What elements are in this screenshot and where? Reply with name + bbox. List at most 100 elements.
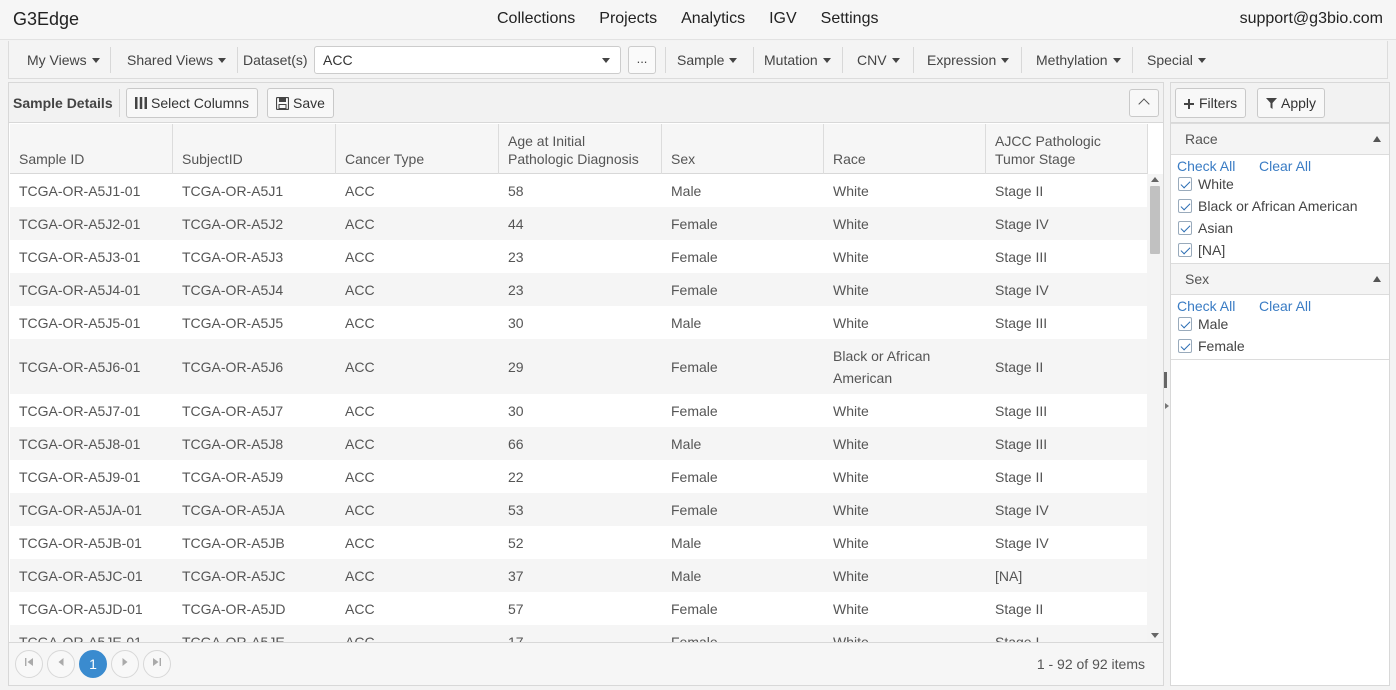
nav-analytics[interactable]: Analytics [681, 10, 745, 28]
race-option-label: [NA] [1198, 242, 1226, 258]
methylation-menu[interactable]: Methylation [1036, 41, 1121, 79]
header-col-subject-id[interactable]: SubjectID [173, 124, 336, 174]
race-option-white[interactable]: White [1178, 176, 1234, 192]
splitter-grip[interactable] [1164, 372, 1167, 388]
grid-body[interactable]: TCGA-OR-A5J1-01 TCGA-OR-A5J1 ACC 58 Male Whit… [10, 174, 1147, 642]
table-row[interactable]: TCGA-OR-A5JA-01 TCGA-OR-A5JA ACC 53 Female Wh… [10, 493, 1147, 526]
scroll-up-icon[interactable] [1151, 177, 1159, 182]
vertical-scrollbar[interactable] [1147, 174, 1163, 642]
prev-page-button[interactable] [47, 650, 75, 678]
checkbox-checked-icon[interactable] [1178, 177, 1192, 191]
sex-clear-all-link[interactable]: Clear All [1259, 298, 1311, 314]
cell-sex: Female [671, 358, 718, 375]
collapse-right-icon[interactable] [1165, 403, 1169, 409]
table-row[interactable]: TCGA-OR-A5J9-01 TCGA-OR-A5J9 ACC 22 Female Wh… [10, 460, 1147, 493]
first-page-button[interactable] [15, 650, 43, 678]
race-option-black[interactable]: Black or African American [1178, 198, 1358, 214]
sample-menu[interactable]: Sample [677, 41, 738, 79]
header-col-sex[interactable]: Sex [662, 124, 824, 174]
sex-option-male[interactable]: Male [1178, 316, 1228, 332]
brand-logo[interactable]: G3Edge [13, 9, 79, 30]
table-row[interactable]: TCGA-OR-A5J5-01 TCGA-OR-A5J5 ACC 30 Male Whit… [10, 306, 1147, 339]
collapse-up-icon[interactable] [1373, 136, 1381, 142]
dataset-more-button[interactable]: ... [628, 46, 656, 74]
next-page-button[interactable] [111, 650, 139, 678]
methylation-menu-label: Methylation [1036, 52, 1108, 68]
checkbox-checked-icon[interactable] [1178, 221, 1192, 235]
cnv-menu-label: CNV [857, 52, 887, 68]
add-filters-button[interactable]: Filters [1175, 88, 1247, 118]
race-check-all-link[interactable]: Check All [1177, 158, 1235, 174]
apply-filters-label: Apply [1281, 95, 1317, 111]
special-menu[interactable]: Special [1147, 41, 1206, 79]
header-col-age[interactable]: Age at Initial Pathologic Diagnosis [499, 124, 662, 174]
nav-igv[interactable]: IGV [769, 10, 797, 28]
cell-subject-id: TCGA-OR-A5J4 [182, 281, 284, 298]
race-filter-header[interactable]: Race [1171, 123, 1389, 155]
nav-projects[interactable]: Projects [599, 10, 657, 28]
cell-cancer-type: ACC [345, 358, 375, 375]
table-row[interactable]: TCGA-OR-A5J6-01 TCGA-OR-A5J6 ACC 29 Female Bl… [10, 339, 1147, 394]
checkbox-checked-icon[interactable] [1178, 199, 1192, 213]
shared-views-menu[interactable]: Shared Views [127, 41, 227, 79]
pager: 1 1 - 92 of 92 items [9, 642, 1163, 685]
cell-sample-id: TCGA-OR-A5JE-01 [19, 633, 142, 643]
table-row[interactable]: TCGA-OR-A5J7-01 TCGA-OR-A5J7 ACC 30 Female Wh… [10, 394, 1147, 427]
page-1-button[interactable]: 1 [79, 650, 107, 678]
collapse-up-icon[interactable] [1373, 276, 1381, 282]
header-label: Cancer Type [345, 151, 425, 167]
cell-sex: Male [671, 182, 702, 199]
table-row[interactable]: TCGA-OR-A5J1-01 TCGA-OR-A5J1 ACC 58 Male Whit… [10, 174, 1147, 207]
expression-menu[interactable]: Expression [927, 41, 1010, 79]
scrollbar-thumb[interactable] [1150, 186, 1160, 254]
nav-settings[interactable]: Settings [821, 10, 879, 28]
sex-option-label: Female [1198, 338, 1245, 354]
cell-race: White [833, 281, 869, 298]
table-row[interactable]: TCGA-OR-A5J3-01 TCGA-OR-A5J3 ACC 23 Female Wh… [10, 240, 1147, 273]
cell-sample-id: TCGA-OR-A5JA-01 [19, 501, 142, 518]
checkbox-checked-icon[interactable] [1178, 243, 1192, 257]
header-col-race[interactable]: Race [824, 124, 986, 174]
select-columns-button[interactable]: Select Columns [126, 88, 259, 118]
collapse-button[interactable] [1129, 89, 1159, 117]
checkbox-checked-icon[interactable] [1178, 317, 1192, 331]
race-clear-all-link[interactable]: Clear All [1259, 158, 1311, 174]
table-row[interactable]: TCGA-OR-A5JD-01 TCGA-OR-A5JD ACC 57 Female Wh… [10, 592, 1147, 625]
cell-sex: Male [671, 435, 702, 452]
sex-filter-header[interactable]: Sex [1171, 263, 1389, 295]
cell-sample-id: TCGA-OR-A5J7-01 [19, 402, 141, 419]
dataset-select[interactable]: ACC [314, 46, 621, 74]
save-button[interactable]: Save [267, 88, 334, 118]
scroll-down-icon[interactable] [1151, 633, 1159, 638]
header-label: Sex [671, 151, 696, 167]
header-col-cancer-type[interactable]: Cancer Type [336, 124, 499, 174]
sex-option-female[interactable]: Female [1178, 338, 1245, 354]
table-row[interactable]: TCGA-OR-A5JB-01 TCGA-OR-A5JB ACC 52 Male Whit… [10, 526, 1147, 559]
checkbox-checked-icon[interactable] [1178, 339, 1192, 353]
table-row[interactable]: TCGA-OR-A5J8-01 TCGA-OR-A5J8 ACC 66 Male Whit… [10, 427, 1147, 460]
last-page-button[interactable] [143, 650, 171, 678]
race-option-na[interactable]: [NA] [1178, 242, 1225, 258]
cnv-menu[interactable]: CNV [857, 41, 900, 79]
table-row[interactable]: TCGA-OR-A5J2-01 TCGA-OR-A5J2 ACC 44 Female Wh… [10, 207, 1147, 240]
cell-age: 29 [508, 358, 524, 375]
my-views-menu[interactable]: My Views [27, 41, 100, 79]
cell-subject-id: TCGA-OR-A5JC [182, 567, 286, 584]
nav-collections[interactable]: Collections [497, 10, 575, 28]
table-row[interactable]: TCGA-OR-A5JC-01 TCGA-OR-A5JC ACC 37 Male Whit… [10, 559, 1147, 592]
race-option-asian[interactable]: Asian [1178, 220, 1233, 236]
special-menu-label: Special [1147, 52, 1193, 68]
dataset-value: ACC [323, 52, 353, 68]
table-row[interactable]: TCGA-OR-A5J4-01 TCGA-OR-A5J4 ACC 23 Female Wh… [10, 273, 1147, 306]
support-email-link[interactable]: support@g3bio.com [1240, 10, 1383, 28]
cell-race: White [833, 435, 869, 452]
mutation-menu[interactable]: Mutation [764, 41, 831, 79]
header-col-stage[interactable]: AJCC Pathologic Tumor Stage [986, 124, 1148, 174]
caret-down-icon [891, 57, 900, 63]
header-col-sample-id[interactable]: Sample ID [10, 124, 173, 174]
sex-check-all-link[interactable]: Check All [1177, 298, 1235, 314]
table-row[interactable]: TCGA-OR-A5JE-01 TCGA-OR-A5JE ACC 17 Female Wh… [10, 625, 1147, 642]
apply-filters-button[interactable]: Apply [1257, 88, 1326, 118]
caret-down-icon [1001, 57, 1010, 63]
cell-cancer-type: ACC [345, 600, 375, 617]
